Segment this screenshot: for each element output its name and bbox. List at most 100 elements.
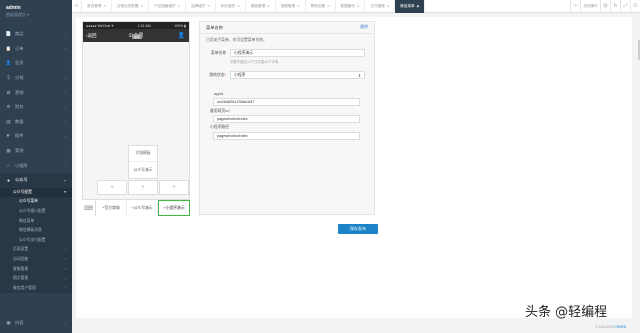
- path-input[interactable]: pages/index/index: [213, 132, 360, 140]
- fullscreen-icon[interactable]: ⊟: [600, 0, 610, 13]
- name-label: 菜单名称: [210, 50, 226, 55]
- editor-title: 菜单名称: [206, 24, 223, 30]
- tab-label: 分销业务配置: [116, 3, 139, 8]
- backup-url-input[interactable]: pages/index/index: [213, 115, 360, 123]
- sidebar-item-label: 营销: [15, 89, 24, 95]
- type-label: 跳转状态*: [204, 73, 226, 78]
- close-icon[interactable]: ⊗: [327, 4, 330, 8]
- sidebar-item[interactable]: ＄ 分销 ›: [0, 71, 72, 86]
- tab[interactable]: 帮助设置 ⊗: [306, 0, 336, 13]
- sidebar-subgroup[interactable]: 图文管理 ›: [0, 274, 72, 284]
- tab[interactable]: 品牌维护 ⊗: [186, 0, 216, 13]
- sidebar-item-label: 会员: [15, 60, 24, 66]
- menu-item-official[interactable]: +公众号演示: [127, 200, 158, 216]
- sidebar-subitem[interactable]: 公众号接口配置: [0, 207, 72, 217]
- close-icon[interactable]: ⊗: [357, 4, 360, 8]
- close-icon[interactable]: ⊗: [178, 4, 181, 8]
- sidebar-subitem[interactable]: 公众号支付配置: [0, 236, 72, 246]
- person-icon[interactable]: 👤: [178, 32, 185, 39]
- close-icon[interactable]: ⊗: [387, 4, 390, 8]
- content-icon: ▣: [6, 320, 11, 325]
- type-select[interactable]: 小程序 ⇕: [230, 71, 365, 79]
- save-publish-button[interactable]: 保存发布: [338, 224, 378, 234]
- sidebar-subgroup[interactable]: 客服管理 ›: [0, 264, 72, 274]
- chevron-right-icon: ›: [64, 257, 66, 262]
- close-icon[interactable]: ⊗: [140, 4, 143, 8]
- logout-icon[interactable]: ⏻: [630, 0, 640, 13]
- tab[interactable]: 数据备份 ⊗: [336, 0, 366, 13]
- chevron-right-icon: ›: [64, 60, 66, 66]
- miniprogram-icon: ☆: [6, 162, 11, 168]
- chevron-right-icon: ›: [64, 104, 66, 110]
- delete-link[interactable]: 删除: [360, 25, 368, 30]
- tab[interactable]: 分销业务配置 ⊗: [112, 0, 149, 13]
- keyboard-icon[interactable]: ⌨: [82, 200, 96, 216]
- sidebar-item[interactable]: 👤 会员 ›: [0, 56, 72, 71]
- user-box[interactable]: admin 超级管理员 ▾: [0, 0, 72, 27]
- add-submenu-button[interactable]: +: [97, 180, 127, 195]
- close-operation-button[interactable]: 关闭操作: [580, 0, 600, 13]
- sidebar-subitem[interactable]: 微信模板消息: [0, 226, 72, 236]
- tab[interactable]: 文件管理 ⊗: [365, 0, 396, 13]
- tabs: 首页管理 ⊗ 分销业务配置 ⊗ 产品规格维护 ⊗ 品牌维护 ⊗ 积分维护 ⊗ 微信管理 ⊗ 视频管理 ⊗ 帮…: [82, 0, 570, 13]
- sidebar-item[interactable]: 📋 订单 ›: [0, 42, 72, 57]
- add-submenu-button[interactable]: +: [128, 180, 158, 195]
- tab[interactable]: 积分维护 ⊗: [216, 0, 246, 13]
- add-submenu-button[interactable]: +: [159, 180, 189, 195]
- name-row: 菜单名称 小程序演示: [204, 49, 365, 57]
- sidebar-subgroup[interactable]: 微信用户管理 ›: [0, 283, 72, 293]
- edit-tag[interactable]: 编辑: [132, 34, 143, 39]
- sidebar-subgroup-open[interactable]: 公众号配置 ▾: [0, 187, 72, 198]
- sidebar-item-label: 分销: [15, 75, 24, 81]
- close-icon[interactable]: ⊗: [103, 4, 106, 8]
- tab-label: 产品规格维护: [153, 3, 176, 8]
- tab[interactable]: 视频管理 ⊗: [276, 0, 306, 13]
- sidebar-item[interactable]: ▦ 案例 ›: [0, 144, 72, 159]
- tab[interactable]: 微信菜单 ◉: [395, 0, 426, 13]
- sidebar-item-label: 数据: [15, 118, 24, 124]
- tab[interactable]: 首页管理 ⊗: [82, 0, 112, 13]
- sidebar-item-content[interactable]: ▣ 内容 ›: [0, 313, 72, 333]
- expand-icon[interactable]: ⤢: [620, 0, 630, 13]
- path-label: 小程序路径: [210, 125, 229, 129]
- subgroup-label: 页面设置: [13, 247, 29, 252]
- footer-brand[interactable]: CRMEB: [614, 325, 626, 329]
- sidebar-subgroup[interactable]: 页面设置 ›: [0, 245, 72, 255]
- plugin-icon: ☛: [6, 133, 11, 139]
- menu-name-input[interactable]: 小程序演示: [230, 49, 365, 57]
- tab[interactable]: 微信管理 ⊗: [246, 0, 276, 13]
- close-icon[interactable]: ⊗: [237, 4, 240, 8]
- tab[interactable]: 产品规格维护 ⊗: [149, 0, 187, 13]
- sidebar-item[interactable]: ⚙ 财务 ›: [0, 100, 72, 115]
- scroll-right-button[interactable]: »: [570, 0, 580, 13]
- editor-tip: 已添加子菜单，仅可设置菜单名称。: [206, 38, 267, 42]
- submenu-item[interactable]: 文档模板: [129, 146, 157, 162]
- channel-icon: ▦: [6, 148, 11, 154]
- refresh-icon[interactable]: ↻: [610, 0, 620, 13]
- submenu-item[interactable]: 公众号演示: [129, 162, 157, 178]
- user-role[interactable]: 超级管理员 ▾: [6, 12, 72, 18]
- appid-input[interactable]: wx26d8261236fa1b57: [213, 98, 360, 106]
- sidebar-item[interactable]: ☆ 小程序 ›: [0, 158, 72, 173]
- close-icon[interactable]: ⊗: [267, 4, 270, 8]
- sidebar-subitem[interactable]: 微信菜单: [0, 216, 72, 226]
- chevron-down-icon: ▾: [64, 190, 66, 195]
- sidebar-item[interactable]: ▤ 数据 ›: [0, 115, 72, 130]
- scroll-left-button[interactable]: «: [72, 0, 82, 13]
- chevron-right-icon: ›: [64, 31, 66, 37]
- sidebar-item[interactable]: 📄 商品 ›: [0, 27, 72, 42]
- member-icon: 👤: [5, 60, 12, 66]
- close-icon[interactable]: ⊗: [297, 4, 300, 8]
- tab-label: 文件管理: [370, 3, 385, 8]
- close-icon[interactable]: ⊗: [207, 4, 210, 8]
- back-button[interactable]: ‹ 返回: [86, 33, 97, 39]
- sidebar-item[interactable]: ✿ 营销 ›: [0, 85, 72, 100]
- sidebar-item[interactable]: ☛ 插件 ›: [0, 129, 72, 144]
- subgroup-label: 微信用户管理: [13, 285, 36, 290]
- sidebar-item[interactable]: ● 公众号 ▾: [0, 172, 72, 188]
- menu-item-mall[interactable]: +官方商城: [96, 200, 127, 216]
- sidebar-subgroup[interactable]: 自动回复 ›: [0, 255, 72, 265]
- menu-item-miniprogram[interactable]: +小程序演示: [158, 200, 190, 216]
- sidebar-subitem[interactable]: 公众号菜单: [0, 197, 72, 207]
- nav-list: 📄 商品 › 📋 订单 › 👤 会员 › ＄ 分销 › ✿ 营销 › ⚙ 财务 › ▤ 数据 › ☛ 插件 › ▦ 案例 › ☆ 小程序…: [0, 27, 72, 188]
